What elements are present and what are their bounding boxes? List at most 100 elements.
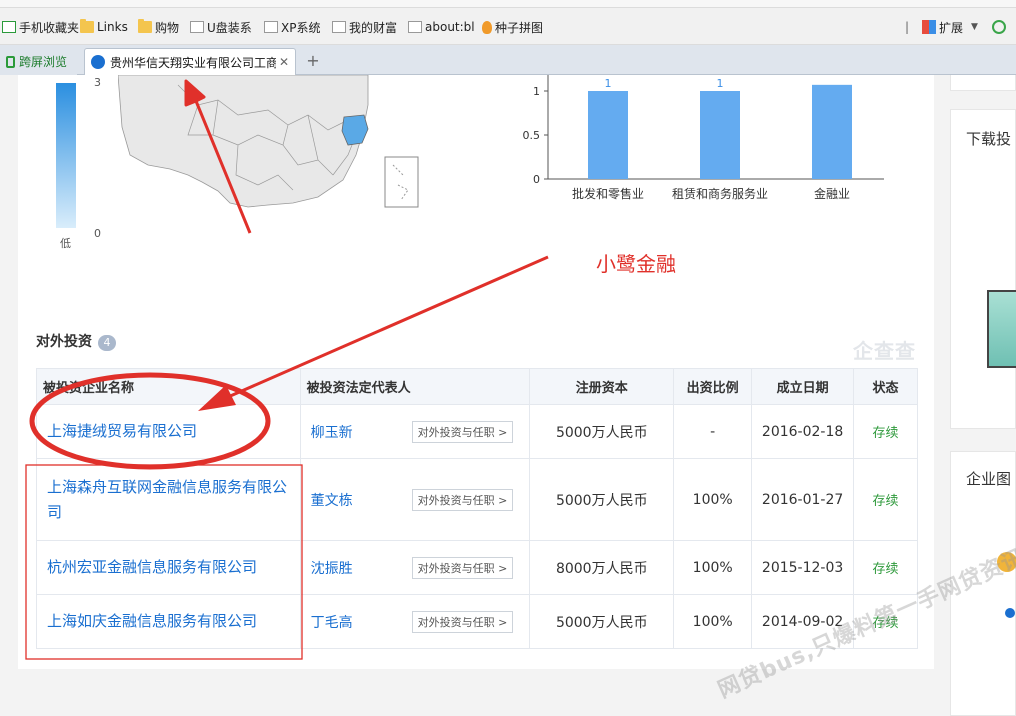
count-badge: 4 — [98, 335, 116, 351]
company-link[interactable]: 杭州宏亚金融信息服务有限公司 — [36, 540, 301, 595]
company-link[interactable]: 上海森舟互联网金融信息服务有限公司 — [36, 458, 301, 541]
right-panel-top — [950, 75, 1016, 91]
table-header-row: 被投资企业名称 被投资法定代表人 注册资本 出资比例 成立日期 状态 — [36, 368, 918, 405]
ratio-cell: 100% — [673, 540, 753, 595]
bar[interactable] — [812, 84, 852, 179]
bookmark-shopping[interactable]: 购物 — [138, 19, 179, 35]
address-bar[interactable] — [0, 0, 1016, 8]
right-panel-download: 下载投 — [950, 109, 1016, 429]
bookmark-links[interactable]: Links — [80, 19, 128, 35]
phone-icon — [6, 55, 15, 68]
bookmark-label: about:bl — [425, 20, 475, 34]
y-tick-label: 0 — [533, 173, 540, 186]
map-land — [118, 75, 369, 208]
date-cell: 2016-02-18 — [751, 404, 855, 459]
company-link[interactable]: 上海捷绒贸易有限公司 — [36, 404, 301, 459]
y-tick-label: 0.5 — [523, 129, 541, 142]
table-row: 上海捷绒贸易有限公司 柳玉新 对外投资与任职 > 5000万人民币 - 2016-… — [36, 404, 918, 459]
page-icon — [408, 21, 422, 33]
tab-label: 贵州华信天翔实业有限公司工商 — [110, 55, 276, 70]
col-ratio: 出资比例 — [673, 368, 753, 405]
close-icon[interactable]: ✕ — [279, 55, 289, 69]
qichacha-logo: 企查查 — [853, 339, 916, 363]
flame-icon — [482, 20, 492, 34]
table-row: 上海森舟互联网金融信息服务有限公司 董文栋 对外投资与任职 > 5000万人民币 … — [36, 458, 918, 541]
page-content: 3 0 低 0 0.5 1 1 批发和零售业 1 租赁和商务服务业 金融业 下载投 企业图 对… — [0, 75, 1016, 716]
china-map — [118, 75, 419, 208]
page-icon — [332, 21, 346, 33]
annotation-note: 小鹭金融 — [596, 252, 676, 276]
rep-cell: 沈振胜 对外投资与任职 > — [299, 540, 531, 595]
date-cell: 2015-12-03 — [751, 540, 855, 595]
extensions-button[interactable]: 扩展 ▼ — [922, 19, 978, 35]
bookmark-seed[interactable]: 种子拼图 — [482, 19, 543, 35]
bar-value-label: 1 — [605, 77, 612, 90]
ratio-cell: 100% — [673, 594, 753, 649]
separator: | — [905, 20, 910, 34]
bookmark-label: Links — [97, 20, 128, 34]
shield-icon[interactable] — [992, 19, 1006, 35]
tab-label: 跨屏浏览 — [19, 55, 68, 69]
map-zhejiang-highlight — [341, 114, 369, 146]
bookmark-label: U盘装系 — [207, 20, 252, 35]
grid-icon — [922, 20, 936, 34]
chevron-down-icon: ▼ — [971, 22, 978, 32]
capital-cell: 5000万人民币 — [529, 404, 675, 459]
extensions-label: 扩展 — [939, 20, 964, 35]
bookmark-label: 我的财富 — [349, 20, 398, 35]
col-date: 成立日期 — [751, 368, 855, 405]
folder-icon — [80, 19, 94, 33]
company-link[interactable]: 上海如庆金融信息服务有限公司 — [36, 594, 301, 649]
col-status: 状态 — [853, 368, 918, 405]
bookmark-label: 种子拼图 — [495, 20, 544, 35]
legend-max: 3 — [94, 76, 101, 89]
tab-company[interactable]: 贵州华信天翔实业有限公司工商 ✕ — [84, 48, 296, 75]
report-illustration — [987, 290, 1016, 368]
col-company: 被投资企业名称 — [36, 368, 301, 405]
capital-cell: 5000万人民币 — [529, 458, 675, 541]
investment-position-button[interactable]: 对外投资与任职 > — [411, 420, 514, 443]
bookmarks-bar: 手机收藏夹 Links 购物 U盘装系 XP系统 我的财富 about:bl 种… — [0, 8, 1016, 45]
enterprise-graph-title: 企业图 — [966, 470, 1012, 488]
bar[interactable] — [588, 91, 628, 179]
section-title: 对外投资 4 — [36, 331, 116, 351]
bar[interactable] — [700, 91, 740, 179]
x-tick-label: 批发和零售业 — [572, 186, 644, 201]
legend-low-label: 低 — [60, 237, 71, 250]
investment-position-button[interactable]: 对外投资与任职 > — [411, 556, 514, 579]
date-cell: 2016-01-27 — [751, 458, 855, 541]
folder-icon — [138, 19, 152, 33]
industry-bar-chart: 0 0.5 1 1 批发和零售业 1 租赁和商务服务业 金融业 — [523, 75, 884, 201]
bar-value-label: 1 — [717, 77, 724, 90]
page-icon — [264, 21, 278, 33]
investment-table: 被投资企业名称 被投资法定代表人 注册资本 出资比例 成立日期 状态 上海捷绒贸… — [36, 368, 918, 649]
bookmark-xp[interactable]: XP系统 — [264, 19, 320, 35]
rep-link[interactable]: 沈振胜 — [311, 561, 353, 577]
bookmark-usb[interactable]: U盘装系 — [190, 19, 252, 35]
section-title-text: 对外投资 — [36, 334, 92, 350]
page-icon — [190, 21, 204, 33]
bookmark-label: 手机收藏夹 — [19, 20, 80, 35]
bookmark-about[interactable]: about:bl — [408, 19, 475, 35]
rep-cell: 柳玉新 对外投资与任职 > — [299, 404, 531, 459]
map-inset-box — [384, 156, 419, 208]
ratio-cell: - — [673, 404, 753, 459]
col-capital: 注册资本 — [529, 368, 675, 405]
bookmark-mobile[interactable]: 手机收藏夹 — [2, 19, 79, 35]
legend-min: 0 — [94, 227, 101, 240]
investment-position-button[interactable]: 对外投资与任职 > — [411, 610, 514, 633]
col-rep: 被投资法定代表人 — [299, 368, 531, 405]
bookmark-label: XP系统 — [281, 20, 321, 35]
status-cell: 存续 — [853, 458, 918, 541]
rep-link[interactable]: 董文栋 — [311, 493, 353, 509]
table-row: 杭州宏亚金融信息服务有限公司 沈振胜 对外投资与任职 > 8000万人民币 100… — [36, 540, 918, 595]
rep-link[interactable]: 丁毛高 — [311, 615, 353, 631]
tab-cross-screen[interactable]: 跨屏浏览 — [0, 48, 77, 75]
investment-position-button[interactable]: 对外投资与任职 > — [411, 488, 514, 511]
new-tab-button[interactable]: + — [302, 51, 324, 71]
bookmark-wealth[interactable]: 我的财富 — [332, 19, 397, 35]
rep-cell: 丁毛高 对外投资与任职 > — [299, 594, 531, 649]
tab-strip: 跨屏浏览 贵州华信天翔实业有限公司工商 ✕ + — [0, 45, 1016, 75]
map-inset-islands — [392, 164, 409, 201]
rep-link[interactable]: 柳玉新 — [311, 425, 353, 441]
